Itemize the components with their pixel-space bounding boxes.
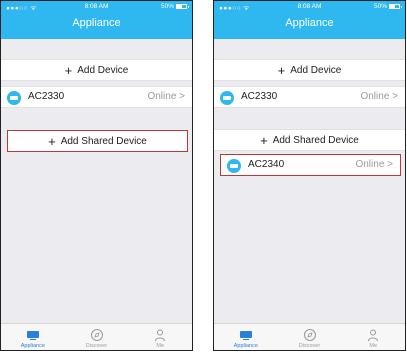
tab-label: Appliance [20, 343, 45, 349]
air-conditioner-icon [7, 91, 21, 105]
add-device-button[interactable]: + Add Device [1, 59, 192, 81]
tab-me[interactable]: Me [128, 324, 192, 350]
add-device-button[interactable]: + Add Device [214, 59, 405, 81]
plus-icon: + [48, 133, 56, 149]
device-name: AC2330 [28, 91, 65, 102]
add-shared-device-label: Add Shared Device [272, 134, 359, 146]
battery-icon [389, 4, 402, 9]
device-name: AC2330 [241, 91, 278, 102]
page-title: Appliance [285, 17, 334, 29]
tab-discover[interactable]: Discover [65, 324, 129, 350]
device-row-ac2330[interactable]: AC2330 Online > [1, 86, 192, 108]
compass-icon [90, 329, 103, 341]
person-icon [368, 329, 379, 342]
status-bar: ●●●○○ ᯤ 8:08 AM 50% [1, 3, 192, 13]
add-shared-device-button[interactable]: + Add Shared Device [7, 130, 188, 152]
tab-label: Discover [85, 343, 108, 349]
device-row-ac2340[interactable]: AC2340 Online > [220, 154, 401, 176]
device-status: Online > [360, 91, 398, 102]
phone-screen-before: ●●●○○ ᯤ 8:08 AM 50% Appliance + Add Devi… [0, 0, 193, 351]
battery-indicator: 50% [160, 3, 189, 10]
add-device-label: Add Device [290, 64, 342, 76]
chevron-right-icon: > [387, 159, 393, 170]
status-bar: ●●●○○ ᯤ 8:08 AM 50% [214, 3, 405, 13]
app-header: ●●●○○ ᯤ 8:08 AM 50% Appliance [1, 1, 192, 39]
plus-icon: + [277, 62, 286, 78]
battery-icon [176, 4, 189, 9]
page-title: Appliance [72, 17, 121, 29]
tab-appliance[interactable]: Appliance [1, 324, 65, 350]
battery-percent: 50% [160, 3, 174, 10]
person-icon [155, 329, 166, 342]
add-shared-device-button[interactable]: + Add Shared Device [214, 129, 405, 151]
chevron-right-icon: > [392, 91, 398, 102]
tab-label: Appliance [233, 343, 258, 349]
tab-bar: Appliance Discover Me [214, 323, 405, 350]
add-device-label: Add Device [77, 64, 129, 76]
air-conditioner-icon [220, 91, 234, 105]
device-status: Online > [147, 91, 185, 102]
plus-icon: + [260, 132, 268, 148]
tab-label: Me [156, 343, 164, 349]
app-header: ●●●○○ ᯤ 8:08 AM 50% Appliance [214, 1, 405, 39]
device-row-ac2330[interactable]: AC2330 Online > [214, 86, 405, 108]
battery-indicator: 50% [373, 3, 402, 10]
compass-icon [303, 329, 316, 341]
chevron-right-icon: > [179, 91, 185, 102]
tab-bar: Appliance Discover Me [1, 323, 192, 350]
plus-icon: + [64, 62, 73, 78]
add-shared-device-label: Add Shared Device [60, 135, 147, 147]
appliance-icon [239, 331, 252, 340]
tab-me[interactable]: Me [341, 324, 405, 350]
tab-discover[interactable]: Discover [278, 324, 342, 350]
battery-percent: 50% [373, 3, 387, 10]
tab-appliance[interactable]: Appliance [214, 324, 278, 350]
device-status: Online > [355, 159, 393, 170]
air-conditioner-icon [227, 159, 241, 173]
device-name: AC2340 [248, 159, 285, 170]
tab-label: Discover [298, 343, 321, 349]
tab-label: Me [369, 343, 377, 349]
appliance-icon [26, 331, 39, 340]
phone-screen-after: ●●●○○ ᯤ 8:08 AM 50% Appliance + Add Devi… [213, 0, 406, 351]
